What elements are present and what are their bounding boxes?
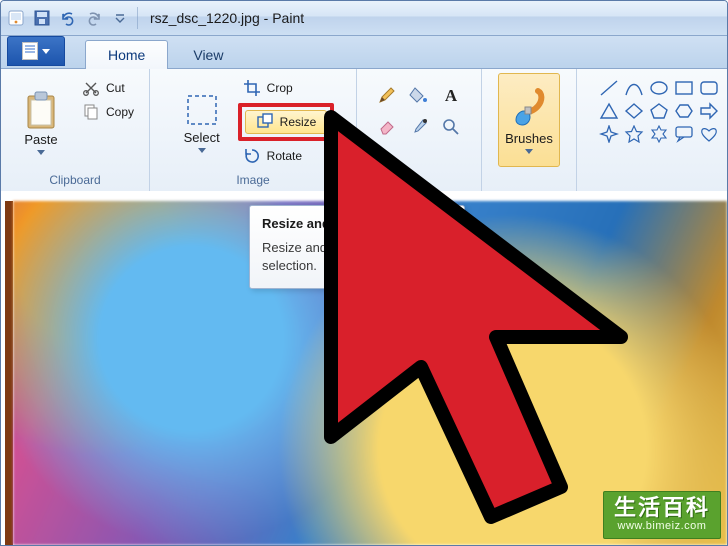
qat-redo[interactable] [83, 7, 105, 29]
shape-hexagon-icon [674, 102, 694, 120]
shape-callout-icon [674, 125, 694, 143]
shape-curve-icon [624, 79, 644, 97]
cut-label: Cut [106, 81, 125, 95]
shape-rect-icon [674, 79, 694, 97]
chevron-down-icon [37, 150, 45, 155]
title-dash: - [264, 10, 273, 26]
text-tool[interactable]: A [437, 81, 465, 109]
window-title: rsz_dsc_1220.jpg - Paint [150, 10, 304, 26]
paste-label: Paste [24, 132, 57, 147]
magnifier-tool[interactable] [437, 113, 465, 141]
resize-icon [256, 113, 274, 131]
brush-icon [510, 87, 548, 129]
tab-home-label: Home [108, 47, 145, 63]
shape-star5-icon [624, 125, 644, 143]
pencil-tool[interactable] [373, 81, 401, 109]
group-clipboard: Paste Cut Copy Clipboard [1, 69, 150, 191]
title-filename: rsz_dsc_1220.jpg [150, 10, 260, 26]
color-picker-icon [409, 117, 429, 137]
group-clipboard-label: Clipboard [49, 173, 100, 189]
tooltip-body: Resize and skew the picture or selection… [262, 239, 452, 274]
paint-app-icon [8, 10, 24, 26]
shapes-gallery[interactable] [599, 73, 721, 145]
crop-icon [243, 79, 261, 97]
tab-strip: Home View [1, 36, 727, 69]
canvas-left-frame [5, 201, 13, 545]
tooltip-title: Resize and skew [262, 216, 452, 231]
text-icon: A [441, 85, 461, 105]
shape-triangle-icon [599, 102, 619, 120]
qat-save[interactable] [31, 7, 53, 29]
copy-button[interactable]: Copy [77, 101, 139, 123]
eraser-icon [377, 117, 397, 137]
save-icon [34, 10, 50, 26]
title-bar: rsz_dsc_1220.jpg - Paint [1, 1, 727, 36]
group-shapes [577, 69, 728, 191]
crop-label: Crop [267, 81, 293, 95]
shape-roundrect-icon [699, 79, 719, 97]
file-menu-button[interactable] [7, 36, 65, 66]
resize-label: Resize [280, 115, 317, 129]
color-picker-tool[interactable] [405, 113, 433, 141]
tab-home[interactable]: Home [85, 40, 168, 69]
copy-icon [82, 103, 100, 121]
eraser-tool[interactable] [373, 113, 401, 141]
titlebar-separator [137, 7, 138, 29]
qat-undo[interactable] [57, 7, 79, 29]
redo-icon [86, 10, 102, 26]
chevron-down-icon [42, 49, 50, 54]
crop-button[interactable]: Crop [238, 77, 335, 99]
select-label: Select [184, 130, 220, 145]
shape-pentagon-icon [649, 102, 669, 120]
shape-arrow-right-icon [699, 102, 719, 120]
shape-line-icon [599, 79, 619, 97]
clipboard-icon [24, 90, 58, 130]
rotate-label: Rotate [267, 149, 302, 163]
cut-button[interactable]: Cut [77, 77, 139, 99]
group-image: Select Crop Resize [150, 69, 357, 191]
magnifier-icon [441, 117, 461, 137]
watermark: 生活百科 www.bimeiz.com [603, 491, 721, 539]
undo-icon [60, 10, 76, 26]
pencil-icon [377, 85, 397, 105]
group-image-label: Image [236, 173, 269, 189]
tab-view[interactable]: View [170, 40, 246, 69]
svg-text:A: A [445, 86, 458, 105]
select-button[interactable]: Select [172, 73, 232, 171]
shape-star6-icon [649, 125, 669, 143]
qat-app-menu[interactable] [5, 7, 27, 29]
shape-heart-icon [699, 125, 719, 143]
fill-bucket-icon [409, 85, 429, 105]
rotate-icon [243, 147, 261, 165]
chevron-down-icon [525, 149, 533, 154]
paste-button[interactable]: Paste [11, 73, 71, 171]
ribbon: Paste Cut Copy Clipboard [1, 69, 727, 192]
rotate-button[interactable]: Rotate [238, 145, 335, 167]
brushes-label: Brushes [505, 131, 553, 146]
resize-tooltip: Resize and skew Resize and skew the pict… [249, 205, 465, 289]
resize-button[interactable]: Resize [245, 110, 328, 134]
file-doc-icon [22, 42, 38, 60]
qat-customize[interactable] [109, 7, 131, 29]
chevron-down-icon [198, 148, 206, 153]
copy-label: Copy [106, 105, 134, 119]
paint-window: rsz_dsc_1220.jpg - Paint Home View [0, 0, 728, 546]
tab-view-label: View [193, 47, 223, 63]
watermark-text: 生活百科 [614, 496, 710, 520]
title-appname: Paint [272, 10, 304, 26]
group-brushes: Brushes [482, 69, 577, 191]
fill-tool[interactable] [405, 81, 433, 109]
group-tools: A [357, 69, 482, 191]
scissors-icon [82, 79, 100, 97]
select-icon [184, 92, 220, 128]
shape-diamond-icon [624, 102, 644, 120]
shape-oval-icon [649, 79, 669, 97]
watermark-url: www.bimeiz.com [614, 520, 710, 532]
resize-highlight-box: Resize [238, 103, 335, 141]
chevron-down-icon [115, 13, 125, 23]
shape-star4-icon [599, 125, 619, 143]
brushes-button[interactable]: Brushes [498, 73, 560, 167]
